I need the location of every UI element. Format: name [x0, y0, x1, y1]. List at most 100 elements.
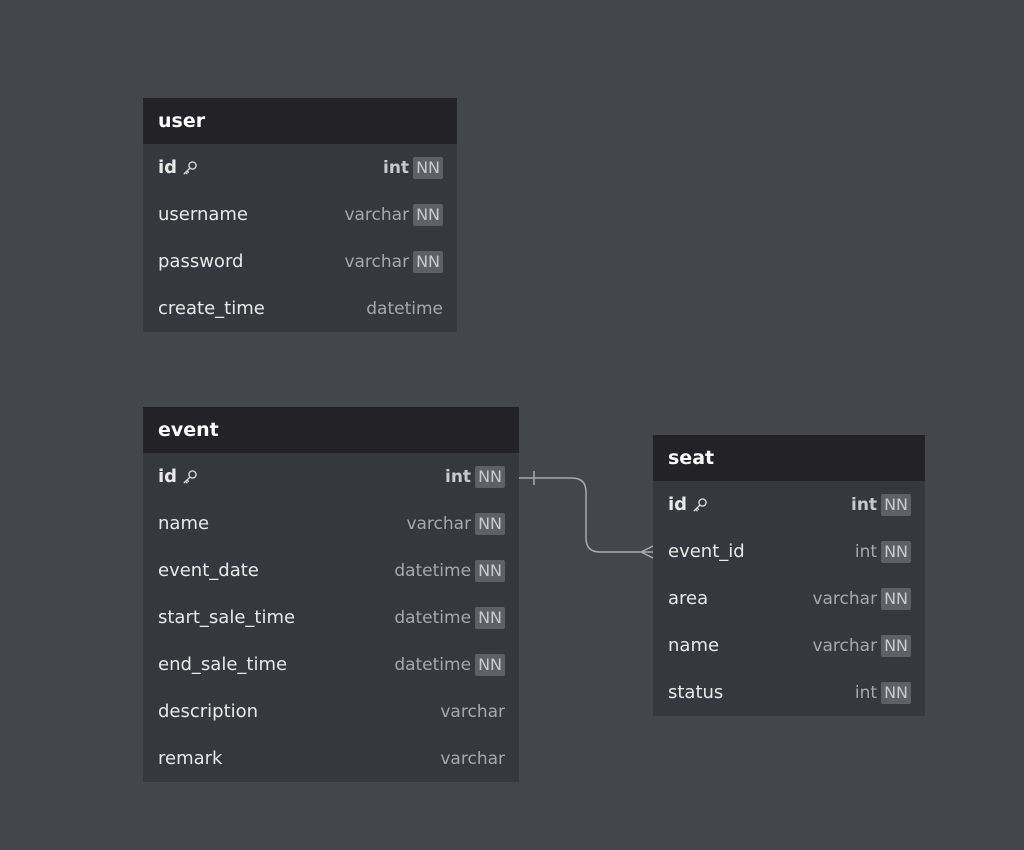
not-null-badge: NN: [881, 540, 911, 563]
relation-event-id-to-seat-event-id[interactable]: [519, 471, 654, 559]
entity-title: user: [143, 98, 457, 144]
not-null-badge: NN: [881, 634, 911, 657]
column-type: datetime: [366, 298, 443, 319]
key-icon: [692, 497, 708, 513]
column-name-group: start_sale_time: [158, 607, 295, 628]
entity-title: seat: [653, 435, 925, 481]
column-type: datetime: [394, 607, 472, 628]
not-null-badge: NN: [475, 512, 505, 535]
column-name-group: status: [668, 682, 723, 703]
not-null-badge: NN: [475, 465, 505, 488]
column-name: end_sale_time: [158, 654, 288, 675]
column-row-description[interactable]: description varchar: [143, 688, 519, 735]
column-meta: datetime NN: [394, 559, 505, 582]
many-cardinality-marker-top: [640, 545, 654, 553]
column-type: varchar: [406, 513, 472, 534]
column-row-start-sale-time[interactable]: start_sale_time datetime NN: [143, 594, 519, 641]
column-name: create_time: [158, 298, 265, 319]
column-type: int: [445, 466, 472, 487]
column-type: int: [854, 682, 878, 703]
column-name-group: description: [158, 701, 258, 722]
column-name: name: [668, 635, 720, 656]
column-name-group: username: [158, 204, 248, 225]
column-name: area: [668, 588, 709, 609]
column-meta: datetime NN: [394, 606, 505, 629]
entity-event[interactable]: event id int NN name varchar NN event_date date…: [143, 407, 519, 782]
column-meta: int NN: [445, 465, 505, 488]
column-name-group: id: [158, 466, 198, 487]
column-name-group: name: [668, 635, 719, 656]
column-name: description: [158, 701, 259, 722]
column-row-status[interactable]: status int NN: [653, 669, 925, 716]
column-name-group: event_id: [668, 541, 745, 562]
column-row-create-time[interactable]: create_time datetime: [143, 285, 457, 332]
column-row-password[interactable]: password varchar NN: [143, 238, 457, 285]
not-null-badge: NN: [881, 587, 911, 610]
column-row-remark[interactable]: remark varchar: [143, 735, 519, 782]
many-cardinality-marker-bottom: [640, 551, 654, 559]
column-name-group: password: [158, 251, 243, 272]
column-name-group: area: [668, 588, 708, 609]
not-null-badge: NN: [413, 250, 443, 273]
column-name-group: create_time: [158, 298, 265, 319]
column-row-event-id[interactable]: event_id int NN: [653, 528, 925, 575]
column-name-group: event_date: [158, 560, 259, 581]
column-meta: varchar: [440, 749, 505, 769]
key-icon: [182, 160, 198, 176]
column-row-id[interactable]: id int NN: [143, 453, 519, 500]
column-meta: int NN: [383, 156, 443, 179]
column-name-group: remark: [158, 748, 222, 769]
column-name: start_sale_time: [158, 607, 296, 628]
column-name: id: [668, 494, 688, 515]
not-null-badge: NN: [475, 606, 505, 629]
not-null-badge: NN: [413, 156, 443, 179]
column-row-name[interactable]: name varchar NN: [653, 622, 925, 669]
column-row-area[interactable]: area varchar NN: [653, 575, 925, 622]
column-type: varchar: [440, 748, 505, 769]
column-name: event_id: [668, 541, 745, 562]
column-name: id: [158, 466, 178, 487]
column-row-username[interactable]: username varchar NN: [143, 191, 457, 238]
column-type: int: [383, 157, 410, 178]
column-name: remark: [158, 748, 223, 769]
column-row-event-date[interactable]: event_date datetime NN: [143, 547, 519, 594]
column-meta: int NN: [854, 540, 911, 563]
column-row-name[interactable]: name varchar NN: [143, 500, 519, 547]
column-type: varchar: [344, 251, 410, 272]
column-meta: varchar NN: [344, 203, 443, 226]
column-type: datetime: [394, 560, 472, 581]
key-icon: [182, 469, 198, 485]
column-name: id: [158, 157, 178, 178]
column-name: status: [668, 682, 724, 703]
column-type: varchar: [812, 588, 878, 609]
column-meta: int NN: [851, 493, 911, 516]
column-row-end-sale-time[interactable]: end_sale_time datetime NN: [143, 641, 519, 688]
column-meta: datetime NN: [394, 653, 505, 676]
not-null-badge: NN: [881, 681, 911, 704]
column-name-group: id: [668, 494, 708, 515]
column-type: int: [851, 494, 878, 515]
column-meta: int NN: [854, 681, 911, 704]
column-meta: varchar NN: [406, 512, 505, 535]
entity-title: event: [143, 407, 519, 453]
entity-seat[interactable]: seat id int NN event_id int NN area varchar NN na…: [653, 435, 925, 716]
entity-user[interactable]: user id int NN username varchar NN password var…: [143, 98, 457, 332]
column-name-group: id: [158, 157, 198, 178]
column-meta: varchar NN: [344, 250, 443, 273]
column-type: datetime: [394, 654, 472, 675]
column-name-group: name: [158, 513, 209, 534]
column-name: password: [158, 251, 244, 272]
column-row-id[interactable]: id int NN: [653, 481, 925, 528]
diagram-canvas: user id int NN username varchar NN password var…: [0, 0, 1024, 850]
not-null-badge: NN: [881, 493, 911, 516]
column-row-id[interactable]: id int NN: [143, 144, 457, 191]
column-meta: varchar: [440, 702, 505, 722]
relation-line: [519, 477, 653, 553]
column-type: int: [854, 541, 878, 562]
column-type: varchar: [344, 204, 410, 225]
column-type: varchar: [440, 701, 505, 722]
column-name: username: [158, 204, 248, 225]
column-name: name: [158, 513, 210, 534]
column-meta: varchar NN: [812, 587, 911, 610]
column-name: event_date: [158, 560, 259, 581]
